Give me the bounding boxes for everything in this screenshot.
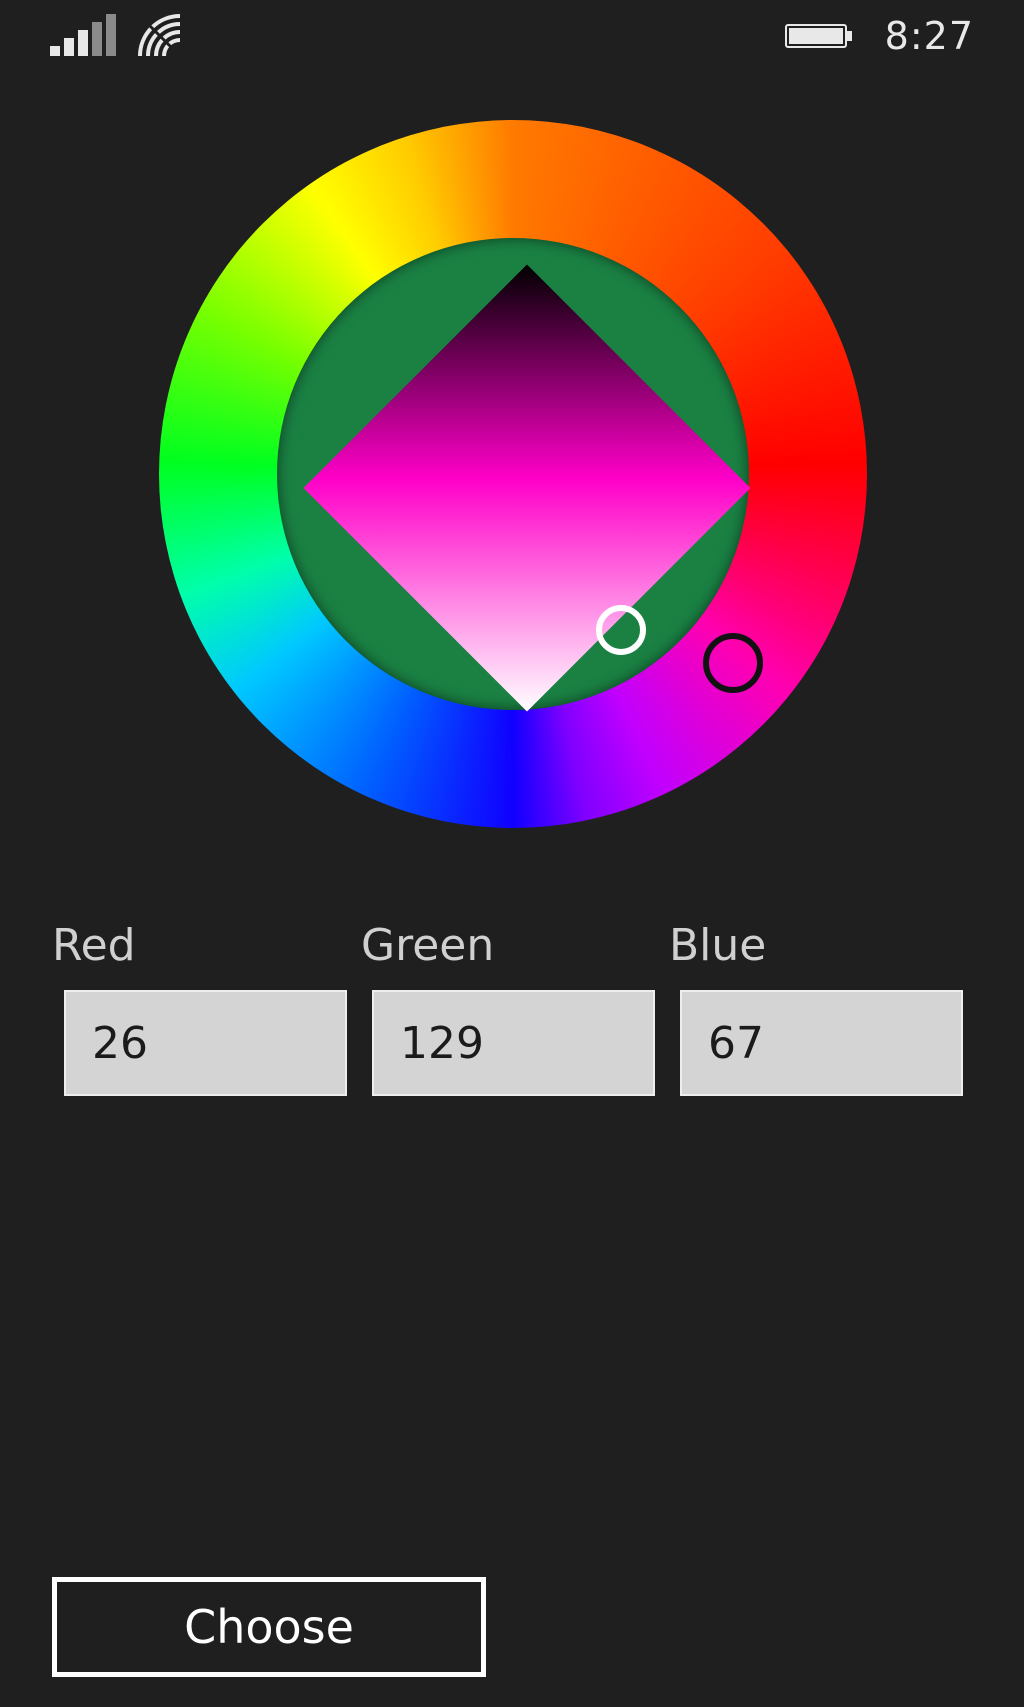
red-label: Red [52, 920, 136, 971]
wifi-icon [136, 12, 184, 58]
hue-selector-handle[interactable] [703, 633, 763, 693]
saturation-brightness-square[interactable] [303, 264, 751, 712]
status-bar: 8:27 [0, 0, 1024, 80]
selected-color-preview [277, 238, 751, 712]
blue-input[interactable] [680, 990, 963, 1096]
status-time: 8:27 [884, 14, 974, 58]
blue-label: Blue [669, 920, 767, 971]
red-input[interactable] [64, 990, 347, 1096]
choose-button[interactable]: Choose [52, 1577, 486, 1677]
battery-icon [785, 24, 857, 52]
signal-strength-icon [50, 14, 118, 56]
green-label: Green [361, 920, 495, 971]
green-input[interactable] [372, 990, 655, 1096]
shade-selector-handle[interactable] [596, 605, 646, 655]
hue-color-wheel[interactable] [159, 120, 867, 828]
